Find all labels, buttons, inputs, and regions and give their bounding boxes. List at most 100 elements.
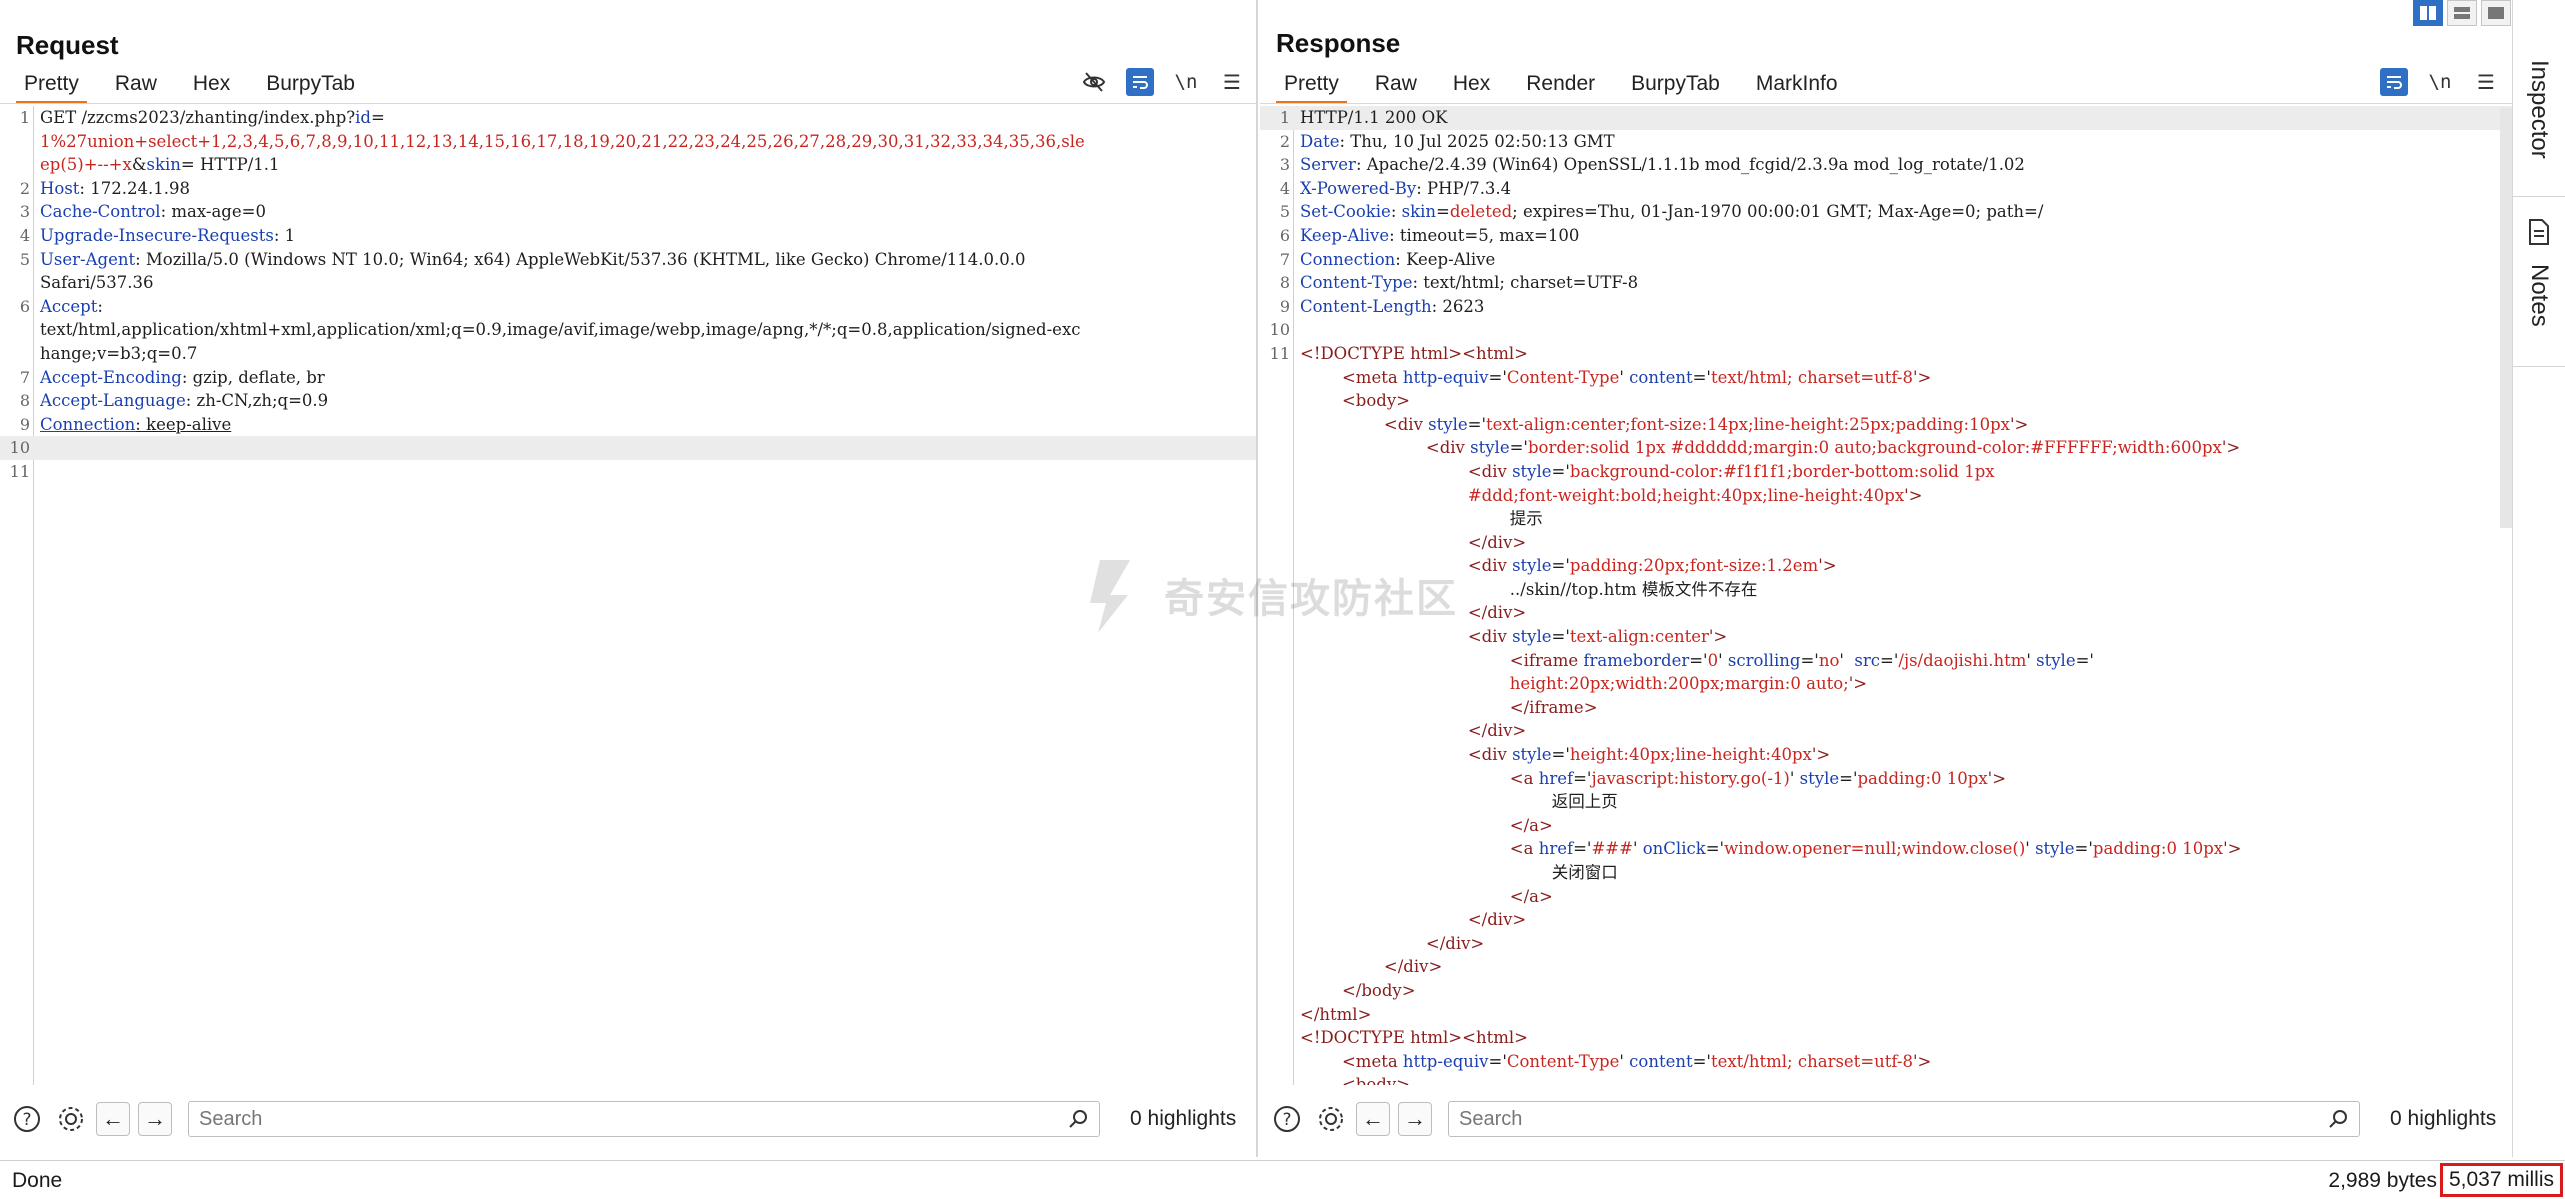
notes-tab[interactable]: Notes xyxy=(2525,264,2553,327)
wrap-lines-icon[interactable] xyxy=(2380,68,2408,96)
tab-raw[interactable]: Raw xyxy=(1361,72,1431,104)
code-line[interactable]: <meta http-equiv='Content-Type' content=… xyxy=(1260,366,2512,390)
code-line[interactable]: </a> xyxy=(1260,814,2512,838)
code-line[interactable]: 关闭窗口 xyxy=(1260,861,2512,885)
code-line[interactable]: 1 GET /zzcms2023/zhanting/index.php?id= xyxy=(0,106,1256,130)
code-line[interactable]: ../skin//top.htm 模板文件不存在 xyxy=(1260,578,2512,602)
code-line[interactable]: <div style='height:40px;line-height:40px… xyxy=(1260,743,2512,767)
code-line[interactable]: <div style='border:solid 1px #dddddd;mar… xyxy=(1260,436,2512,460)
wrap-lines-icon[interactable] xyxy=(1126,68,1154,96)
code-line[interactable]: Safari/537.36 xyxy=(0,271,1256,295)
tab-hex[interactable]: Hex xyxy=(1439,72,1504,104)
tab-burpytab[interactable]: BurpyTab xyxy=(1617,72,1734,104)
tab-raw[interactable]: Raw xyxy=(101,72,171,104)
line-text: </html> xyxy=(1300,1003,2498,1027)
inspector-tab[interactable]: Inspector xyxy=(2525,60,2553,159)
search-icon[interactable] xyxy=(1067,1107,1091,1136)
code-line[interactable]: <meta http-equiv='Content-Type' content=… xyxy=(1260,1050,2512,1074)
line-text: 提示 xyxy=(1300,507,2498,531)
code-line[interactable]: <body> xyxy=(1260,389,2512,413)
code-line[interactable]: 4 X-Powered-By: PHP/7.3.4 xyxy=(1260,177,2512,201)
newline-toggle-icon[interactable]: \n xyxy=(1172,68,1200,96)
code-line[interactable]: </div> xyxy=(1260,932,2512,956)
side-panel-strip: Inspector Notes xyxy=(2413,0,2565,1157)
tab-markinfo[interactable]: MarkInfo xyxy=(1742,72,1852,104)
settings-gear-icon[interactable] xyxy=(1314,1102,1348,1136)
code-line[interactable]: 10 xyxy=(1260,318,2512,342)
split-vertical-layout-icon[interactable] xyxy=(2447,0,2477,26)
code-line[interactable]: 7 Connection: Keep-Alive xyxy=(1260,248,2512,272)
code-line[interactable]: <iframe frameborder='0' scrolling='no' s… xyxy=(1260,649,2512,673)
code-line[interactable]: height:20px;width:200px;margin:0 auto;'> xyxy=(1260,672,2512,696)
single-tab-layout-icon[interactable] xyxy=(2481,0,2511,26)
code-line[interactable]: </div> xyxy=(1260,601,2512,625)
help-icon[interactable]: ? xyxy=(10,1102,44,1136)
newline-toggle-icon[interactable]: \n xyxy=(2426,68,2454,96)
response-editor[interactable]: 1 HTTP/1.1 200 OK 2 Date: Thu, 10 Jul 2025 … xyxy=(1260,106,2512,1085)
code-line[interactable]: <a href='###' onClick='window.opener=nul… xyxy=(1260,837,2512,861)
tab-pretty[interactable]: Pretty xyxy=(10,72,93,104)
code-line[interactable]: </div> xyxy=(1260,908,2512,932)
code-line[interactable]: 2 Host: 172.24.1.98 xyxy=(0,177,1256,201)
menu-icon[interactable]: ☰ xyxy=(2472,68,2500,96)
code-line[interactable]: 3 Cache-Control: max-age=0 xyxy=(0,200,1256,224)
code-line[interactable]: 1 HTTP/1.1 200 OK xyxy=(1260,106,2512,130)
code-line[interactable]: 7 Accept-Encoding: gzip, deflate, br xyxy=(0,366,1256,390)
split-horizontal-layout-icon[interactable] xyxy=(2413,0,2443,26)
next-match-arrow-icon[interactable]: → xyxy=(138,1102,172,1136)
code-line[interactable]: 5 User-Agent: Mozilla/5.0 (Windows NT 10.… xyxy=(0,248,1256,272)
code-line[interactable]: 6 Keep-Alive: timeout=5, max=100 xyxy=(1260,224,2512,248)
code-line[interactable]: 9 Content-Length: 2623 xyxy=(1260,295,2512,319)
code-line[interactable]: hange;v=b3;q=0.7 xyxy=(0,342,1256,366)
code-line[interactable]: <!DOCTYPE html><html> xyxy=(1260,1026,2512,1050)
code-line[interactable]: <div style='text-align:center;font-size:… xyxy=(1260,413,2512,437)
code-line[interactable]: </div> xyxy=(1260,955,2512,979)
code-line[interactable]: #ddd;font-weight:bold;height:40px;line-h… xyxy=(1260,484,2512,508)
code-line[interactable]: <div style='background-color:#f1f1f1;bor… xyxy=(1260,460,2512,484)
code-line[interactable]: 8 Content-Type: text/html; charset=UTF-8 xyxy=(1260,271,2512,295)
next-match-arrow-icon[interactable]: → xyxy=(1398,1102,1432,1136)
code-line[interactable]: 1%27union+select+1,2,3,4,5,6,7,8,9,10,11… xyxy=(0,130,1256,154)
search-icon[interactable] xyxy=(2327,1107,2351,1136)
code-line[interactable]: </div> xyxy=(1260,719,2512,743)
tab-render[interactable]: Render xyxy=(1512,72,1609,104)
request-search-input[interactable] xyxy=(199,1107,1099,1131)
settings-gear-icon[interactable] xyxy=(54,1102,88,1136)
response-search-input[interactable] xyxy=(1459,1107,2359,1131)
code-line[interactable]: 6 Accept: xyxy=(0,295,1256,319)
code-line[interactable]: 提示 xyxy=(1260,507,2512,531)
code-line[interactable]: </a> xyxy=(1260,885,2512,909)
code-line[interactable]: 5 Set-Cookie: skin=deleted; expires=Thu, … xyxy=(1260,200,2512,224)
code-line[interactable]: <a href='javascript:history.go(-1)' styl… xyxy=(1260,767,2512,791)
previous-match-arrow-icon[interactable]: ← xyxy=(96,1102,130,1136)
code-line[interactable]: 2 Date: Thu, 10 Jul 2025 02:50:13 GMT xyxy=(1260,130,2512,154)
code-line[interactable]: ep(5)+--+x&skin= HTTP/1.1 xyxy=(0,153,1256,177)
menu-icon[interactable]: ☰ xyxy=(1218,68,1246,96)
code-line[interactable]: </html> xyxy=(1260,1003,2512,1027)
code-token: Connection xyxy=(40,414,136,434)
code-line[interactable]: <div style='padding:20px;font-size:1.2em… xyxy=(1260,554,2512,578)
code-line[interactable]: 10 xyxy=(0,436,1256,460)
tab-burpytab[interactable]: BurpyTab xyxy=(252,72,369,104)
previous-match-arrow-icon[interactable]: ← xyxy=(1356,1102,1390,1136)
help-icon[interactable]: ? xyxy=(1270,1102,1304,1136)
code-line[interactable]: </iframe> xyxy=(1260,696,2512,720)
code-line[interactable]: 11 xyxy=(0,460,1256,484)
code-line[interactable]: 返回上页 xyxy=(1260,790,2512,814)
code-line[interactable]: 4 Upgrade-Insecure-Requests: 1 xyxy=(0,224,1256,248)
code-line[interactable]: </body> xyxy=(1260,979,2512,1003)
code-line[interactable]: <body> xyxy=(1260,1073,2512,1085)
tab-pretty[interactable]: Pretty xyxy=(1270,72,1353,104)
code-line[interactable]: 9 Connection: keep-alive xyxy=(0,413,1256,437)
tab-hex[interactable]: Hex xyxy=(179,72,244,104)
code-line[interactable]: 3 Server: Apache/2.4.39 (Win64) OpenSSL/1… xyxy=(1260,153,2512,177)
code-line[interactable]: text/html,application/xhtml+xml,applicat… xyxy=(0,318,1256,342)
code-line[interactable]: </div> xyxy=(1260,531,2512,555)
code-line[interactable]: 11 <!DOCTYPE html><html> xyxy=(1260,342,2512,366)
code-line[interactable]: <div style='text-align:center'> xyxy=(1260,625,2512,649)
response-scrollbar[interactable] xyxy=(2500,108,2512,528)
hide-eye-icon[interactable] xyxy=(1080,68,1108,96)
request-editor[interactable]: 1 GET /zzcms2023/zhanting/index.php?id= 1%… xyxy=(0,106,1256,1085)
notes-icon[interactable] xyxy=(2527,218,2551,251)
code-line[interactable]: 8 Accept-Language: zh-CN,zh;q=0.9 xyxy=(0,389,1256,413)
